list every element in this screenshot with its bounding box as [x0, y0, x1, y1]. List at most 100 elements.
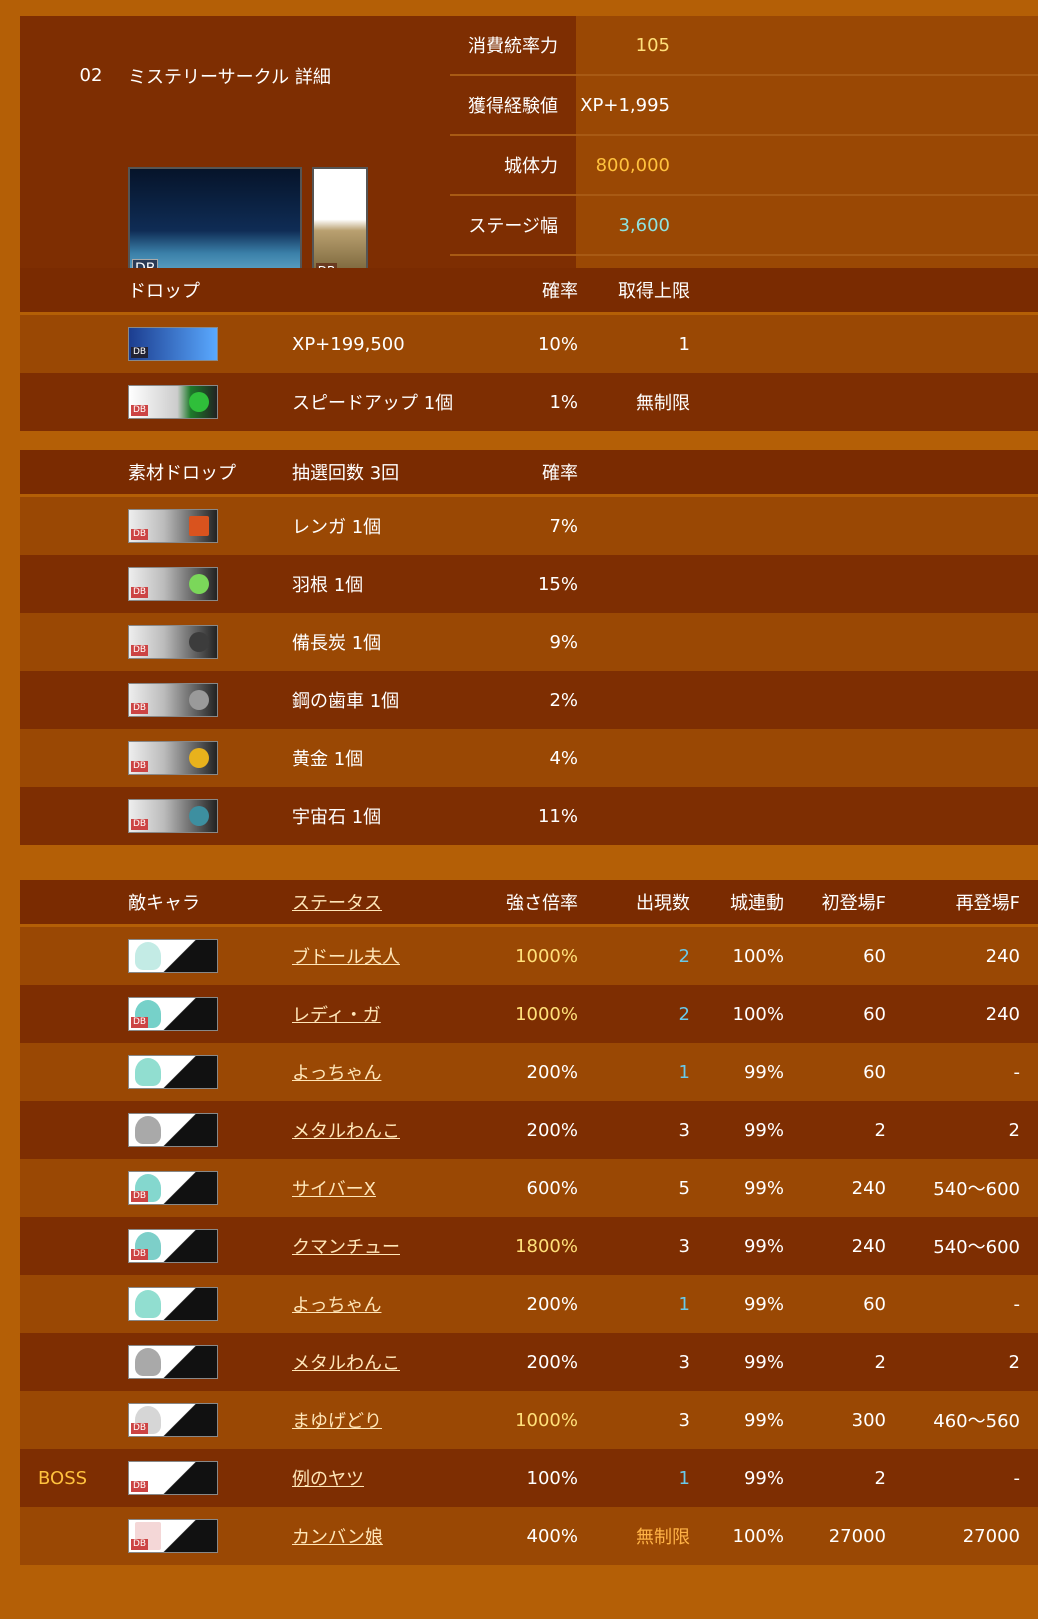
enemy-multiplier: 1000%	[515, 1409, 578, 1431]
boss-label	[20, 985, 128, 1043]
gold-icon: DB	[128, 741, 218, 775]
enemy-reappear: -	[1013, 1293, 1021, 1315]
material-row: DB 宇宙石 1個 11%	[20, 787, 1038, 845]
material-name: 黄金 1個	[292, 749, 364, 770]
enemy-icon: DB	[128, 1519, 218, 1553]
enemy-castle-link: 100%	[732, 1003, 784, 1025]
enemy-first-appear: 2	[874, 1467, 886, 1489]
limit-header: 取得上限	[596, 268, 708, 315]
enemy-first-appear: 60	[863, 1003, 886, 1025]
enemy-multiplier: 600%	[526, 1177, 578, 1199]
prop-label: 消費統率力	[450, 16, 576, 76]
enemy-count: 3	[678, 1235, 690, 1257]
enemy-multiplier: 400%	[526, 1525, 578, 1547]
enemy-name-link[interactable]: 例のヤツ	[292, 1469, 364, 1490]
enemy-name-link[interactable]: メタルわんこ	[292, 1353, 400, 1374]
material-rate: 7%	[549, 515, 578, 537]
enemy-castle-link: 100%	[732, 1525, 784, 1547]
enemy-name-link[interactable]: よっちゃん	[292, 1063, 381, 1084]
enemy-reappear: 27000	[962, 1525, 1020, 1547]
material-rate: 11%	[537, 805, 578, 827]
status-header-link[interactable]: ステータス	[292, 893, 382, 914]
enemy-first-appear: 2	[874, 1119, 886, 1141]
enemy-name-link[interactable]: クマンチュー	[292, 1237, 400, 1258]
prop-value: XP+1,995	[576, 75, 688, 136]
enemy-reappear: 540〜600	[933, 1179, 1020, 1200]
drop-rate: 1%	[549, 391, 578, 413]
enemy-first-appear: 2	[874, 1351, 886, 1373]
enemy-row: DB カンバン娘 400% 無制限 100% 27000 27000	[20, 1507, 1038, 1565]
enemy-first-appear: 27000	[828, 1525, 886, 1547]
material-name: 羽根 1個	[292, 575, 364, 596]
stage-title: ミステリーサークル 詳細	[128, 16, 450, 135]
drop-table: ドロップ 確率 取得上限 DB XP+199,500 10% 1 DB スピード…	[20, 268, 1038, 431]
material-name: 宇宙石 1個	[292, 807, 382, 828]
enemy-count: 2	[678, 945, 690, 967]
enemy-count: 3	[678, 1409, 690, 1431]
lottery-count-header: 抽選回数 3回	[274, 450, 472, 497]
boss-label	[20, 1333, 128, 1391]
material-rate: 2%	[549, 689, 578, 711]
enemy-count: 5	[678, 1177, 690, 1199]
enemy-reappear: -	[1013, 1061, 1021, 1083]
material-name: レンガ 1個	[292, 517, 382, 538]
enemy-row: メタルわんこ 200% 3 99% 2 2	[20, 1101, 1038, 1159]
enemy-icon	[128, 939, 218, 973]
prop-value: 105	[576, 16, 688, 76]
enemy-name-link[interactable]: よっちゃん	[292, 1295, 381, 1316]
enemy-icon	[128, 1345, 218, 1379]
enemy-count: 1	[678, 1061, 690, 1083]
cosmic-stone-icon: DB	[128, 799, 218, 833]
count-header: 出現数	[596, 880, 708, 927]
prop-label: 城体力	[450, 135, 576, 196]
drop-rate: 10%	[537, 333, 578, 355]
boss-label	[20, 926, 128, 986]
enemy-name-link[interactable]: カンバン娘	[292, 1527, 383, 1548]
material-rate: 9%	[549, 631, 578, 653]
drop-row: DB スピードアップ 1個 1% 無制限	[20, 373, 1038, 431]
enemy-castle-link: 99%	[743, 1409, 784, 1431]
enemy-multiplier: 200%	[526, 1061, 578, 1083]
drop-name: スピードアップ 1個	[292, 393, 454, 414]
enemy-row: DB レディ・ガ 1000% 2 100% 60 240	[20, 985, 1038, 1043]
enemy-reappear: 240	[985, 1003, 1020, 1025]
enemy-name-link[interactable]: ブドール夫人	[292, 947, 400, 968]
drop-header: ドロップ	[128, 268, 472, 315]
enemy-table: 敵キャラ ステータス 強さ倍率 出現数 城連動 初登場F 再登場F ブドール夫人…	[20, 880, 1038, 1565]
boss-label	[20, 1275, 128, 1333]
enemy-name-link[interactable]: サイバーX	[292, 1179, 376, 1200]
enemy-icon: DB	[128, 1229, 218, 1263]
enemy-icon: DB	[128, 1461, 218, 1495]
material-row: DB 備長炭 1個 9%	[20, 613, 1038, 671]
enemy-first-appear: 60	[863, 945, 886, 967]
enemy-castle-link: 100%	[732, 945, 784, 967]
drop-limit: 1	[678, 333, 690, 355]
enemy-icon: DB	[128, 997, 218, 1031]
material-name: 鋼の歯車 1個	[292, 691, 400, 712]
boss-label	[20, 1507, 128, 1565]
enemy-multiplier: 1000%	[515, 945, 578, 967]
enemy-row: よっちゃん 200% 1 99% 60 -	[20, 1275, 1038, 1333]
material-row: DB 羽根 1個 15%	[20, 555, 1038, 613]
prop-value: 800,000	[576, 135, 688, 196]
drop-limit: 無制限	[636, 393, 690, 414]
prop-value: 3,600	[576, 195, 688, 256]
drop-name: XP+199,500	[292, 333, 405, 355]
stage-number: 02	[54, 16, 128, 135]
multiplier-header: 強さ倍率	[472, 880, 596, 927]
enemy-row: ブドール夫人 1000% 2 100% 60 240	[20, 925, 1038, 986]
enemy-castle-link: 99%	[743, 1293, 784, 1315]
first-appear-header: 初登場F	[802, 880, 904, 927]
enemy-icon	[128, 1055, 218, 1089]
xp-icon: DB	[128, 327, 218, 361]
reappear-header: 再登場F	[904, 880, 1038, 927]
enemy-castle-link: 99%	[743, 1351, 784, 1373]
rate-header: 確率	[472, 268, 596, 315]
boss-label	[20, 1217, 128, 1275]
boss-label	[20, 1043, 128, 1101]
enemy-name-link[interactable]: まゆげどり	[292, 1411, 382, 1432]
enemy-name-link[interactable]: レディ・ガ	[292, 1005, 381, 1026]
enemy-multiplier: 1000%	[515, 1003, 578, 1025]
boss-label	[20, 1391, 128, 1449]
enemy-name-link[interactable]: メタルわんこ	[292, 1121, 400, 1142]
